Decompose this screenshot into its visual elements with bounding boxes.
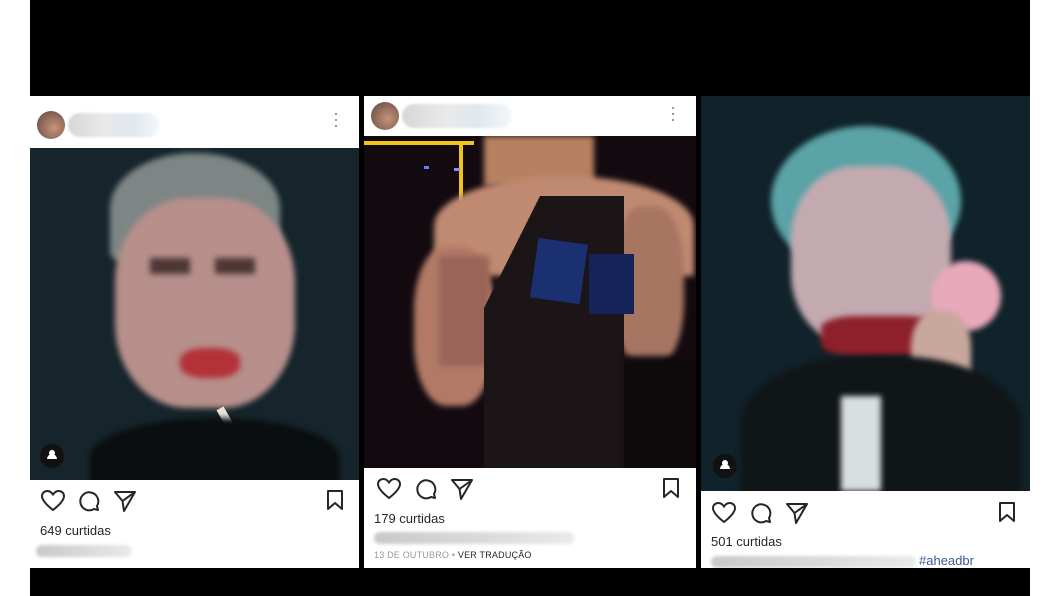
heart-icon[interactable]	[40, 489, 66, 513]
comment-icon[interactable]	[77, 489, 101, 513]
bookmark-icon[interactable]	[998, 501, 1016, 523]
likes-count[interactable]: 179 curtidas	[374, 511, 445, 526]
caption-blurred	[374, 532, 574, 544]
comment-icon[interactable]	[414, 477, 438, 501]
instagram-post-2: ⋯ 179 curtidas 13 DE OUTUBRO • VER TRADU…	[364, 96, 696, 568]
post-header: ⋯	[364, 96, 696, 136]
more-options-icon[interactable]: ⋯	[663, 105, 683, 123]
meta-separator: •	[449, 550, 458, 560]
caption-hashtag[interactable]: #aheadbr	[919, 553, 974, 568]
post-photo[interactable]	[364, 136, 696, 468]
bookmark-icon[interactable]	[326, 489, 344, 511]
instagram-post-1: ⋯ 649 curtidas	[30, 96, 359, 568]
username-blurred[interactable]	[402, 104, 512, 128]
post-actions	[701, 501, 1030, 531]
post-photo[interactable]	[30, 148, 359, 480]
post-date: 13 DE OUTUBRO	[374, 550, 450, 560]
likes-count[interactable]: 649 curtidas	[40, 523, 111, 538]
share-icon[interactable]	[785, 501, 809, 525]
post-actions	[364, 477, 696, 507]
caption-blurred	[711, 556, 916, 568]
share-icon[interactable]	[450, 477, 474, 501]
avatar[interactable]	[37, 111, 65, 139]
post-meta: 13 DE OUTUBRO • VER TRADUÇÃO	[374, 550, 532, 560]
share-icon[interactable]	[113, 489, 137, 513]
username-blurred[interactable]	[68, 113, 160, 137]
heart-icon[interactable]	[711, 501, 737, 525]
see-translation-link[interactable]: VER TRADUÇÃO	[458, 550, 532, 560]
post-actions	[30, 489, 359, 519]
post-photo[interactable]	[701, 96, 1030, 491]
post-header: ⋯	[30, 96, 359, 148]
comment-icon[interactable]	[749, 501, 773, 525]
tagged-user-icon[interactable]	[40, 444, 64, 468]
caption-blurred	[36, 545, 132, 557]
heart-icon[interactable]	[376, 477, 402, 501]
likes-count[interactable]: 501 curtidas	[711, 534, 782, 549]
avatar[interactable]	[371, 102, 399, 130]
instagram-post-3: 501 curtidas #aheadbr	[701, 96, 1030, 568]
more-options-icon[interactable]: ⋯	[326, 111, 346, 129]
collage-frame: ⋯ 649 curtidas ⋯ 179 curtidas 13 DE OUTU…	[30, 0, 1030, 596]
tagged-user-icon[interactable]	[713, 454, 737, 478]
bookmark-icon[interactable]	[662, 477, 680, 499]
